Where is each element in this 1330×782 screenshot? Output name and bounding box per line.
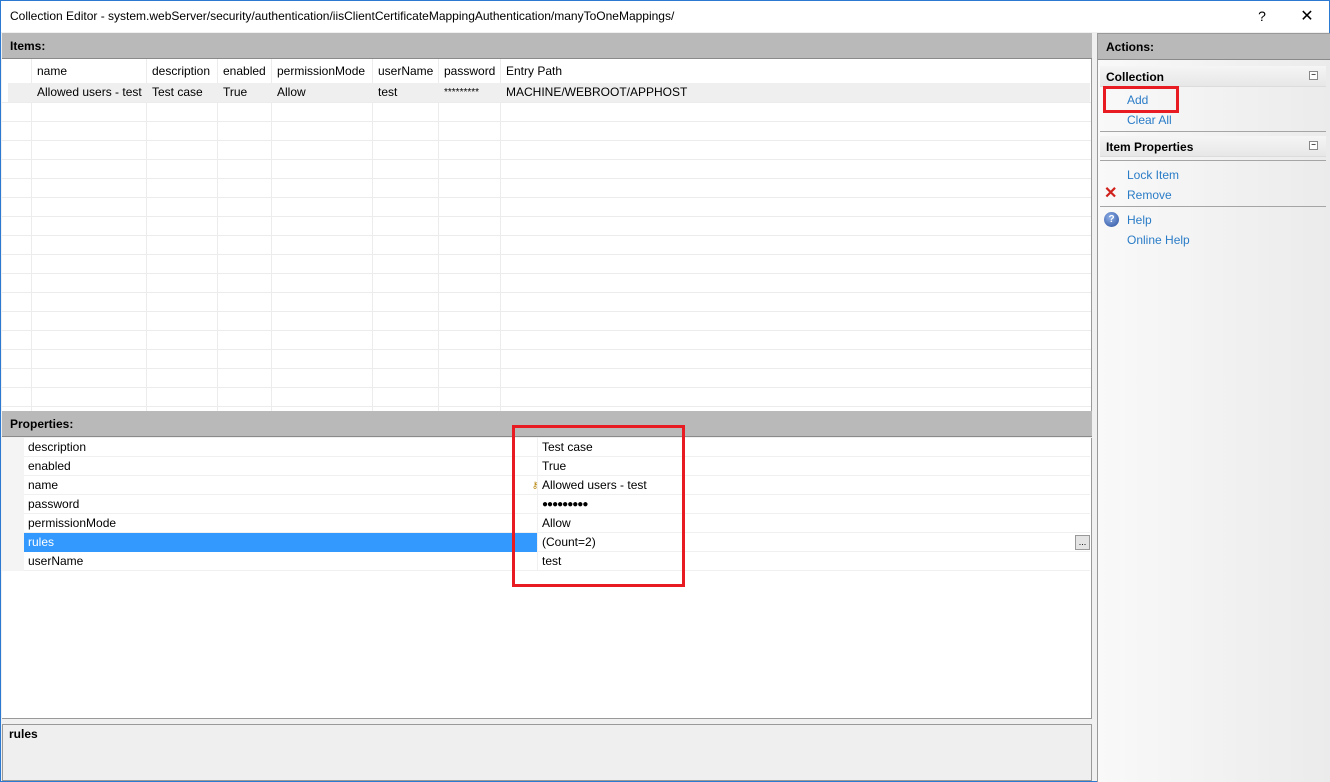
grid-row-line: [2, 160, 1091, 179]
property-name: password: [24, 495, 538, 514]
column-header-permissionmode[interactable]: permissionMode: [272, 59, 365, 81]
action-help[interactable]: Help: [1127, 211, 1152, 229]
cell-permissionmode: Allow: [277, 85, 306, 99]
cell-password: *********: [444, 87, 480, 98]
help-icon: ?: [1104, 212, 1119, 227]
action-clear-all[interactable]: Clear All: [1127, 111, 1172, 129]
property-name: description: [24, 438, 538, 457]
action-remove[interactable]: Remove: [1127, 186, 1172, 204]
grid-row-line: [2, 198, 1091, 217]
column-header-enabled[interactable]: enabled: [218, 59, 266, 81]
help-button[interactable]: ?: [1239, 1, 1285, 32]
divider: [1100, 160, 1326, 161]
collapse-icon[interactable]: −: [1309, 71, 1318, 80]
property-gutter: [2, 438, 24, 571]
column-header-description[interactable]: description: [147, 59, 210, 81]
column-header-username[interactable]: userName: [373, 59, 433, 81]
title-bar: Collection Editor - system.webServer/sec…: [1, 1, 1329, 32]
annotation-box-values: [512, 425, 685, 587]
items-header: Items:: [2, 33, 1092, 59]
cell-name: Allowed users - test: [37, 85, 142, 99]
grid-row-line: [2, 217, 1091, 236]
ellipsis-button[interactable]: ...: [1075, 535, 1090, 550]
divider: [1100, 131, 1326, 132]
grid-row-line: [2, 369, 1091, 388]
grid-row-line: [2, 103, 1091, 122]
property-name: permissionMode: [24, 514, 538, 533]
actions-pane: Actions: Collection − Add Clear All Item…: [1097, 33, 1330, 782]
collapse-icon[interactable]: −: [1309, 141, 1318, 150]
column-header-entry-path[interactable]: Entry Path: [501, 59, 562, 81]
items-grid[interactable]: name description enabled permissionMode …: [2, 59, 1092, 436]
action-lock-item[interactable]: Lock Item: [1127, 166, 1179, 184]
grid-row-line: [2, 179, 1091, 198]
group-title: Item Properties: [1106, 140, 1194, 154]
main-panel: Items: name description enabled permissi…: [2, 33, 1092, 782]
grid-row-line: [2, 274, 1091, 293]
description-title: rules: [9, 727, 38, 741]
description-panel: rules: [2, 724, 1092, 781]
collection-editor-window: Collection Editor - system.webServer/sec…: [0, 0, 1330, 782]
property-name: userName: [24, 552, 538, 571]
action-online-help[interactable]: Online Help: [1127, 231, 1190, 249]
annotation-box-add: [1103, 86, 1179, 113]
cell-description: Test case: [152, 85, 203, 99]
column-header-name[interactable]: name: [32, 59, 67, 81]
table-row[interactable]: Allowed users - test Test case True Allo…: [8, 83, 1090, 102]
grid-row-line: [2, 293, 1091, 312]
grid-row-line: [2, 312, 1091, 331]
property-name: enabled: [24, 457, 538, 476]
grid-row-line: [2, 350, 1091, 369]
grid-row-line: [2, 141, 1091, 160]
grid-row-line: [2, 122, 1091, 141]
window-title: Collection Editor - system.webServer/sec…: [10, 9, 675, 23]
column-header-password[interactable]: password: [439, 59, 495, 81]
cell-username: test: [378, 85, 398, 99]
property-name: name: [24, 476, 538, 495]
grid-row-line: [2, 388, 1091, 407]
group-title: Collection: [1106, 70, 1165, 84]
group-item-properties[interactable]: Item Properties −: [1100, 136, 1326, 157]
divider: [1100, 206, 1326, 207]
grid-row-line: [2, 331, 1091, 350]
actions-header: Actions:: [1098, 34, 1330, 60]
property-name: rules: [24, 533, 538, 552]
grid-row-line: [2, 255, 1091, 274]
remove-x-icon: ✕: [1104, 185, 1118, 202]
grid-row-line: [2, 236, 1091, 255]
close-button[interactable]: ✕: [1284, 1, 1330, 32]
cell-enabled: True: [223, 85, 248, 99]
cell-entry-path: MACHINE/WEBROOT/APPHOST: [506, 85, 688, 99]
group-collection[interactable]: Collection −: [1100, 66, 1326, 87]
